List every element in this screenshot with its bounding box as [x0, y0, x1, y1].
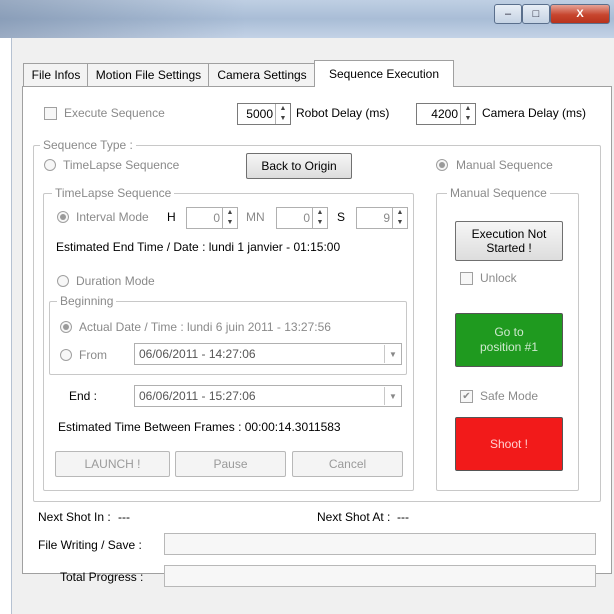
- pause-button[interactable]: Pause: [175, 451, 286, 477]
- spin-arrows-icon[interactable]: ▲ ▼: [275, 104, 290, 124]
- next-shot-at-value: ---: [397, 510, 409, 524]
- robot-delay-label: Robot Delay (ms): [296, 106, 390, 120]
- close-icon: X: [576, 8, 584, 20]
- end-label: End :: [69, 389, 98, 403]
- manual-sequence-radio[interactable]: [436, 159, 448, 171]
- seconds-stepper[interactable]: 9 ▲ ▼: [356, 207, 408, 229]
- back-to-origin-label: Back to Origin: [261, 159, 337, 173]
- actual-date-text: Actual Date / Time : lundi 6 juin 2011 -…: [79, 320, 331, 334]
- launch-label: LAUNCH !: [84, 457, 141, 471]
- unlock-checkbox[interactable]: [460, 272, 473, 285]
- end-datetime-picker[interactable]: 06/06/2011 - 15:27:06 ▼: [134, 385, 402, 407]
- execute-sequence-label: Execute Sequence: [64, 106, 165, 120]
- timelapse-sequence-label: TimeLapse Sequence: [63, 158, 180, 172]
- hours-label: H: [167, 210, 176, 224]
- total-progress-bar: [164, 565, 596, 587]
- go-to-position-button[interactable]: Go to position #1: [455, 313, 563, 367]
- duration-mode-radio[interactable]: [57, 275, 69, 287]
- cancel-button[interactable]: Cancel: [292, 451, 403, 477]
- manual-sequence-legend: Manual Sequence: [447, 186, 550, 200]
- go-to-position-label: Go to position #1: [479, 325, 539, 354]
- minutes-label: MN: [246, 210, 265, 224]
- minimize-button[interactable]: –: [494, 4, 522, 24]
- beginning-legend: Beginning: [57, 294, 117, 308]
- minutes-value: 0: [303, 211, 310, 225]
- tab-file-infos[interactable]: File Infos: [23, 63, 89, 86]
- minutes-stepper[interactable]: 0 ▲ ▼: [276, 207, 328, 229]
- tab-motion-file-settings[interactable]: Motion File Settings: [87, 63, 210, 86]
- maximize-button[interactable]: □: [522, 4, 550, 24]
- camera-delay-stepper[interactable]: 4200 ▲ ▼: [416, 103, 476, 125]
- launch-button[interactable]: LAUNCH !: [55, 451, 170, 477]
- duration-mode-label: Duration Mode: [76, 274, 155, 288]
- camera-delay-label: Camera Delay (ms): [482, 106, 587, 120]
- execution-status-button[interactable]: Execution Not Started !: [455, 221, 563, 261]
- camera-delay-value: 4200: [431, 107, 458, 121]
- tab-camera-settings[interactable]: Camera Settings: [208, 63, 316, 86]
- next-shot-in-label: Next Shot In :: [38, 510, 111, 524]
- maximize-icon: □: [532, 8, 540, 20]
- close-button[interactable]: X: [550, 4, 610, 24]
- spin-arrows-icon[interactable]: ▲ ▼: [392, 208, 407, 228]
- end-datetime-value: 06/06/2011 - 15:27:06: [139, 389, 256, 403]
- minimize-icon: –: [504, 8, 512, 20]
- tab-label: Sequence Execution: [328, 67, 440, 81]
- estimated-end-text: Estimated End Time / Date : lundi 1 janv…: [56, 240, 341, 254]
- tab-label: Camera Settings: [217, 68, 307, 82]
- tab-label: File Infos: [31, 68, 81, 82]
- unlock-label: Unlock: [480, 271, 517, 285]
- actual-date-radio[interactable]: [60, 321, 72, 333]
- robot-delay-value: 5000: [246, 107, 273, 121]
- estimated-between-frames-text: Estimated Time Between Frames : 00:00:14…: [58, 420, 341, 434]
- back-to-origin-button[interactable]: Back to Origin: [246, 153, 352, 179]
- file-writing-label: File Writing / Save :: [38, 538, 142, 552]
- hours-stepper[interactable]: 0 ▲ ▼: [186, 207, 238, 229]
- hours-value: 0: [213, 211, 220, 225]
- execution-status-label: Execution Not Started !: [471, 227, 547, 255]
- interval-mode-radio[interactable]: [57, 211, 69, 223]
- cancel-label: Cancel: [328, 457, 367, 471]
- shoot-button[interactable]: Shoot !: [455, 417, 563, 471]
- tab-label: Motion File Settings: [95, 68, 202, 82]
- interval-mode-label: Interval Mode: [76, 210, 149, 224]
- pause-label: Pause: [213, 457, 248, 471]
- seconds-label: S: [337, 210, 346, 224]
- from-datetime-value: 06/06/2011 - 14:27:06: [139, 347, 256, 361]
- execute-sequence-checkbox[interactable]: [44, 107, 57, 120]
- safe-mode-checkbox[interactable]: ✔: [460, 390, 473, 403]
- seconds-value: 9: [383, 211, 390, 225]
- timelapse-sequence-radio[interactable]: [44, 159, 56, 171]
- safe-mode-label: Safe Mode: [480, 389, 539, 403]
- spin-arrows-icon[interactable]: ▲ ▼: [222, 208, 237, 228]
- from-datetime-picker[interactable]: 06/06/2011 - 14:27:06 ▼: [134, 343, 402, 365]
- spin-arrows-icon[interactable]: ▲ ▼: [312, 208, 327, 228]
- chevron-down-icon[interactable]: ▼: [384, 345, 401, 363]
- next-shot-in-value: ---: [118, 510, 130, 524]
- chevron-down-icon[interactable]: ▼: [384, 387, 401, 405]
- from-radio[interactable]: [60, 349, 72, 361]
- shoot-label: Shoot !: [489, 437, 529, 451]
- robot-delay-stepper[interactable]: 5000 ▲ ▼: [237, 103, 291, 125]
- spin-arrows-icon[interactable]: ▲ ▼: [460, 104, 475, 124]
- timelapse-sequence-legend: TimeLapse Sequence: [52, 186, 175, 200]
- next-shot-at-label: Next Shot At :: [317, 510, 391, 524]
- from-label: From: [79, 348, 107, 362]
- sequence-type-legend: Sequence Type :: [40, 138, 136, 152]
- tab-sequence-execution[interactable]: Sequence Execution: [314, 60, 454, 87]
- total-progress-label: Total Progress :: [60, 570, 144, 584]
- file-writing-progress: [164, 533, 596, 555]
- manual-sequence-label: Manual Sequence: [456, 158, 553, 172]
